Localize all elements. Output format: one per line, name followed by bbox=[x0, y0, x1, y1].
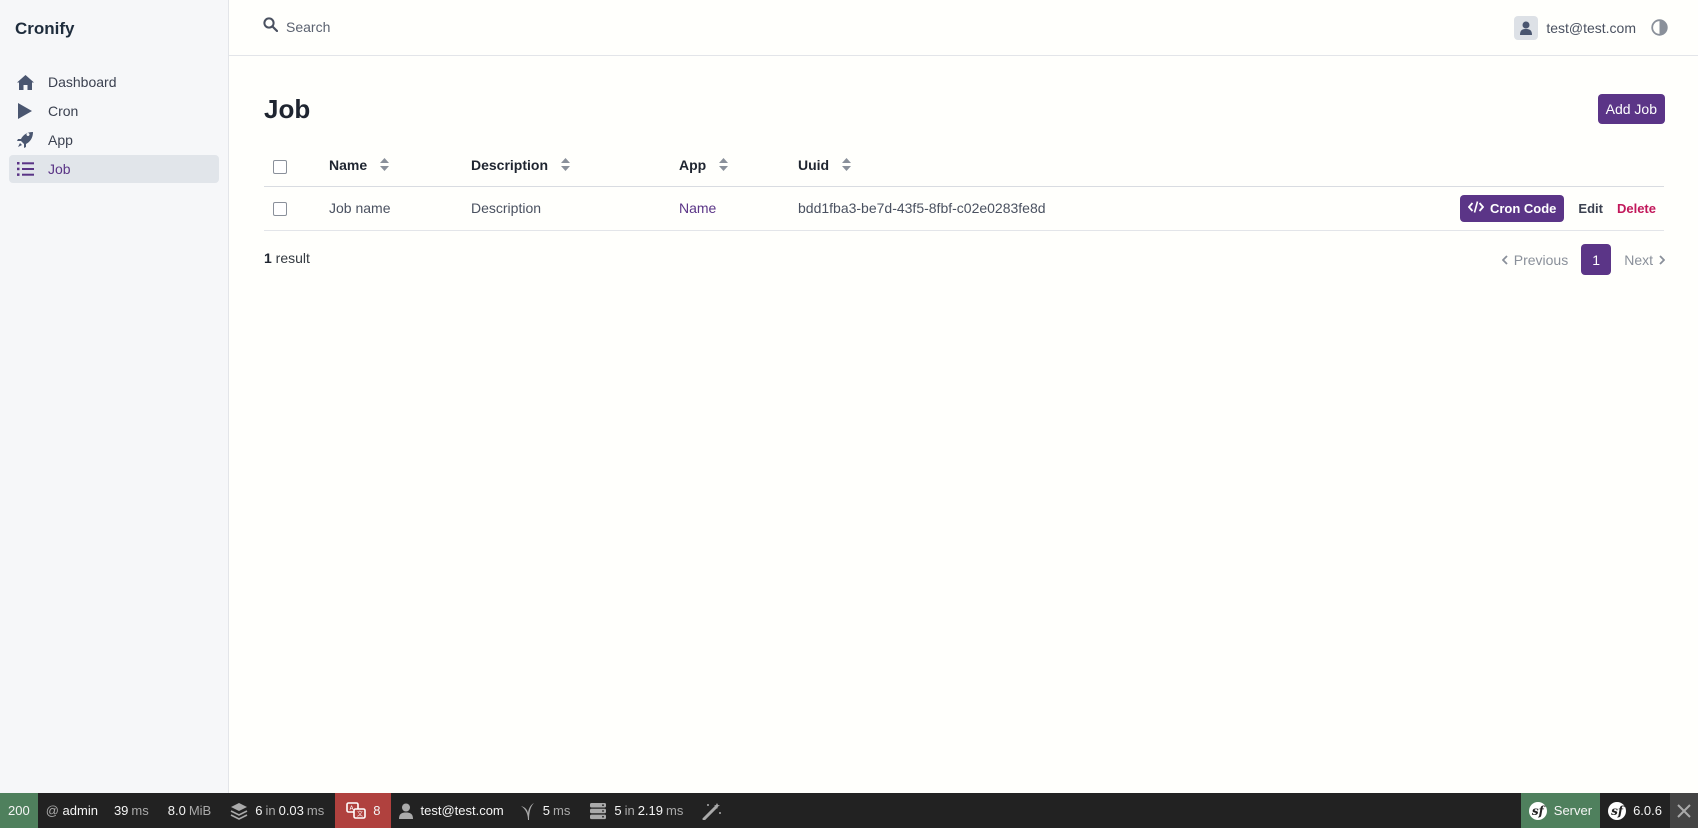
add-job-button[interactable]: Add Job bbox=[1597, 94, 1665, 124]
sidebar-item-label: App bbox=[48, 132, 73, 148]
delete-link[interactable]: Delete bbox=[1617, 201, 1656, 216]
app-link[interactable]: Name bbox=[679, 200, 716, 216]
sidebar-item-cron[interactable]: Cron bbox=[9, 97, 219, 125]
table-header-row: Name Description App Uuid bbox=[264, 146, 1664, 187]
cache-info[interactable]: 6 in 0.03 ms bbox=[222, 793, 335, 828]
close-icon bbox=[1677, 803, 1691, 818]
job-uuid-cell: bdd1fba3-be7d-43f5-8fbf-c02e0283fe8d bbox=[798, 186, 1198, 231]
svg-text:文: 文 bbox=[357, 810, 363, 818]
status-code-badge[interactable]: 200 bbox=[0, 793, 38, 828]
column-header-app[interactable]: App bbox=[679, 146, 798, 187]
code-icon bbox=[1467, 200, 1485, 216]
maker-tool[interactable] bbox=[694, 793, 730, 828]
search-input[interactable] bbox=[286, 19, 586, 35]
user-email: test@test.com bbox=[1546, 20, 1636, 36]
pagination-page-1[interactable]: 1 bbox=[1581, 244, 1612, 275]
home-icon bbox=[16, 73, 34, 91]
user-icon bbox=[399, 803, 414, 819]
row-checkbox[interactable] bbox=[273, 202, 287, 217]
sidebar-item-label: Cron bbox=[48, 103, 79, 119]
database-queries[interactable]: 5 in 2.19 ms bbox=[581, 793, 694, 828]
twig-icon bbox=[520, 802, 536, 820]
route-info[interactable]: @ admin bbox=[38, 793, 106, 828]
jobs-table: Name Description App Uuid Job name Descr… bbox=[264, 146, 1664, 231]
page-title: Job bbox=[264, 94, 311, 124]
symfony-logo-icon: sf bbox=[1608, 801, 1627, 820]
pagination-next[interactable]: Next bbox=[1624, 252, 1666, 268]
job-name-cell: Job name bbox=[329, 186, 471, 231]
sidebar-nav: Dashboard Cron App Job bbox=[9, 68, 219, 184]
user-menu[interactable]: test@test.com bbox=[1514, 16, 1636, 40]
theme-toggle-icon[interactable] bbox=[1651, 19, 1668, 36]
avatar bbox=[1514, 16, 1539, 40]
security-user[interactable]: test@test.com bbox=[391, 793, 511, 828]
brand-logo[interactable]: Cronify bbox=[15, 19, 75, 39]
search-bar bbox=[263, 17, 586, 37]
magic-wand-icon bbox=[702, 802, 722, 820]
debug-toolbar: 200 @ admin 39 ms 8.0 MiB 6 in 0.03 ms A文 8 t… bbox=[0, 793, 1698, 828]
request-time[interactable]: 39 ms bbox=[106, 793, 160, 828]
translation-errors[interactable]: A文 8 bbox=[335, 793, 392, 828]
table-row: Job name Description Name bdd1fba3-be7d-… bbox=[264, 186, 1664, 231]
pagination-previous[interactable]: Previous bbox=[1501, 252, 1568, 268]
memory-usage[interactable]: 8.0 MiB bbox=[160, 793, 222, 828]
sort-icon bbox=[560, 158, 570, 174]
column-header-uuid[interactable]: Uuid bbox=[798, 146, 1198, 187]
sort-icon bbox=[380, 158, 390, 174]
column-header-name[interactable]: Name bbox=[329, 146, 471, 187]
rocket-icon bbox=[16, 131, 34, 149]
job-app-cell: Name bbox=[679, 186, 798, 231]
sort-icon bbox=[842, 158, 851, 174]
column-header-actions bbox=[1198, 146, 1664, 187]
symfony-logo-icon: sf bbox=[1528, 801, 1547, 820]
sidebar-item-dashboard[interactable]: Dashboard bbox=[9, 68, 219, 96]
result-count: 1 result bbox=[264, 250, 310, 266]
select-all-cell bbox=[264, 146, 329, 187]
column-header-description[interactable]: Description bbox=[471, 146, 679, 187]
chevron-left-icon bbox=[1501, 252, 1508, 268]
play-icon bbox=[16, 102, 34, 120]
sidebar-item-label: Job bbox=[48, 161, 71, 177]
top-header: test@test.com bbox=[229, 0, 1698, 56]
row-actions-cell: Cron Code Edit Delete bbox=[1198, 186, 1664, 231]
sidebar: Cronify Dashboard Cron App Job bbox=[0, 0, 229, 793]
close-toolbar-button[interactable] bbox=[1670, 793, 1698, 828]
cron-code-button[interactable]: Cron Code bbox=[1459, 194, 1565, 222]
symfony-version[interactable]: sf 6.0.6 bbox=[1600, 793, 1670, 828]
list-icon bbox=[16, 160, 34, 178]
translation-icon: A文 bbox=[346, 801, 367, 820]
toolbar-right: sf Server sf 6.0.6 bbox=[1520, 793, 1698, 828]
layers-icon bbox=[230, 802, 248, 820]
sidebar-item-job[interactable]: Job bbox=[9, 155, 219, 183]
database-icon bbox=[589, 802, 607, 820]
sidebar-item-label: Dashboard bbox=[48, 74, 117, 90]
job-description-cell: Description bbox=[471, 186, 679, 231]
row-select-cell bbox=[264, 186, 329, 231]
twig-time[interactable]: 5 ms bbox=[512, 793, 582, 828]
search-icon bbox=[263, 17, 279, 37]
select-all-checkbox[interactable] bbox=[273, 159, 287, 174]
chevron-right-icon bbox=[1659, 252, 1666, 268]
pagination: Previous 1 Next bbox=[1501, 244, 1666, 275]
sort-icon bbox=[719, 158, 729, 174]
sidebar-item-app[interactable]: App bbox=[9, 126, 219, 154]
edit-link[interactable]: Edit bbox=[1578, 201, 1603, 216]
server-info[interactable]: sf Server bbox=[1520, 793, 1601, 828]
